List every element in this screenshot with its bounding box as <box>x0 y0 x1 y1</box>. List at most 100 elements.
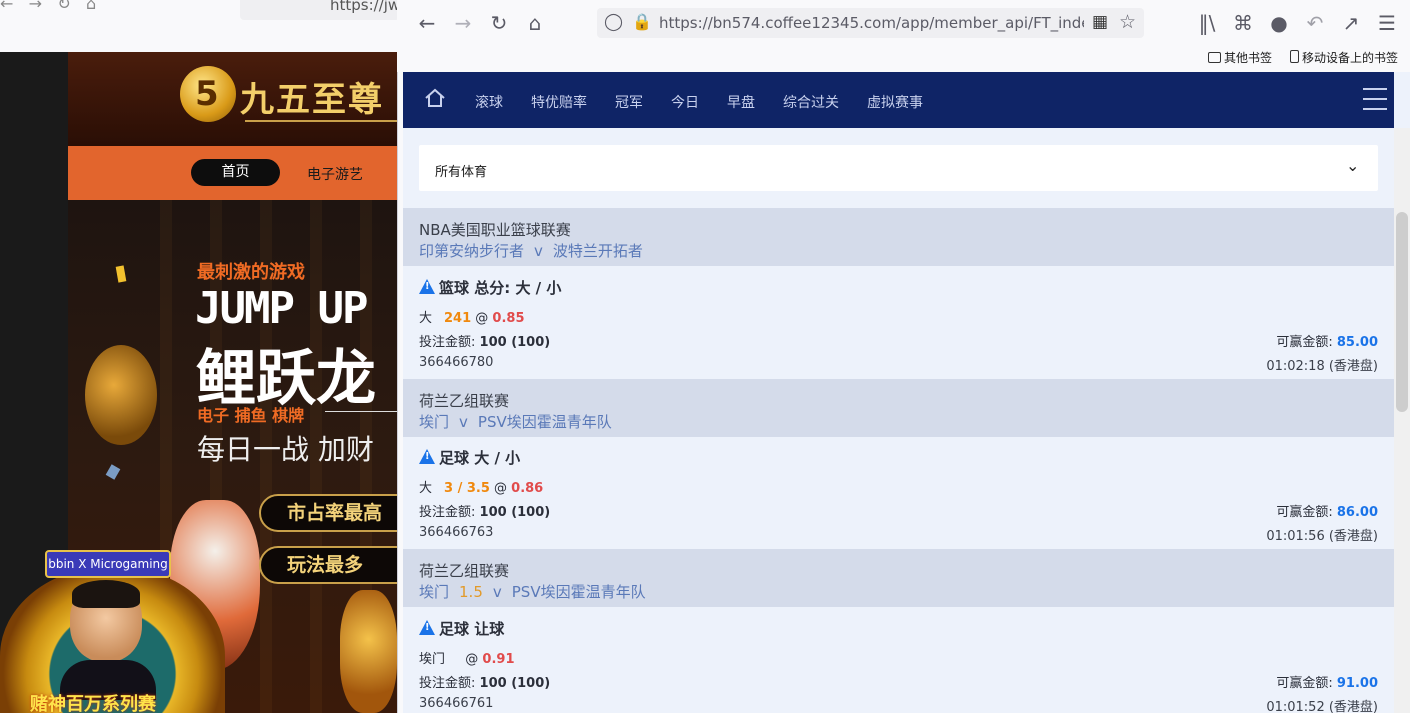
badge-title: 赌神百万系列赛 <box>30 694 156 713</box>
url-text[interactable]: https://bn574.coffee12345.com/app/member… <box>659 14 1084 32</box>
selection-label: 埃门 <box>419 652 446 667</box>
away-team: 波特兰开拓者 <box>552 242 643 260</box>
nav-parlay[interactable]: 综合过关 <box>783 92 839 112</box>
versus-label: v <box>459 413 468 431</box>
versus-label: v <box>534 242 543 260</box>
banner-pill-most-games[interactable]: 玩法最多 <box>259 546 397 584</box>
warning-icon <box>419 620 435 635</box>
league-name: 荷兰乙组联赛 <box>419 562 510 580</box>
background-browser-window: ← → ↻ ⌂ https://jw4 5 九五至尊 首页 电子游艺 最刺激的游… <box>0 0 397 713</box>
extensions-icon[interactable]: ↗ <box>1337 11 1365 35</box>
away-team: PSV埃因霍温青年队 <box>511 583 646 601</box>
match-teams: 埃门 v PSV埃因霍温青年队 <box>419 411 612 432</box>
bet-time: 01:01:52 (香港盘) <box>1266 700 1378 715</box>
stake-label: 投注金额: <box>419 676 476 691</box>
undo-icon[interactable]: ↶ <box>1301 11 1329 35</box>
win-value: 86.00 <box>1336 505 1378 520</box>
bet-selection: 大 241 @ 0.85 <box>419 311 525 326</box>
selection-odds: 0.86 <box>511 481 544 496</box>
qr-code-icon[interactable]: ▦ <box>1092 12 1108 32</box>
nav-in-play[interactable]: 滚球 <box>475 92 503 112</box>
selection-point: 241 <box>444 311 472 326</box>
sport-filter-dropdown[interactable] <box>419 145 1378 191</box>
nav-virtual[interactable]: 虚拟赛事 <box>867 92 923 112</box>
versus-label: v <box>492 583 502 601</box>
library-icon[interactable]: ‖\ <box>1193 11 1221 35</box>
bet-title: 足球 大 / 小 <box>419 447 520 468</box>
bet-type: 篮球 总分: 大 / 小 <box>439 279 562 297</box>
casino-nav-home[interactable]: 首页 <box>191 159 280 186</box>
left-url-text: https://jw4 <box>330 0 397 14</box>
stake-value: 100 (100) <box>479 335 551 350</box>
home-team: 埃门 <box>419 413 450 431</box>
nav-home-icon[interactable] <box>424 87 446 109</box>
casino-site-name: 九五至尊 <box>240 80 384 120</box>
bookmark-mobile[interactable]: 移动设备上的书签 <box>1290 49 1398 66</box>
win-label: 可赢金额: <box>1276 505 1333 520</box>
selection-label: 大 <box>419 311 433 326</box>
away-team: PSV埃因霍温青年队 <box>477 413 612 431</box>
banner-divider <box>325 411 397 412</box>
ticket-id: 366466763 <box>419 525 494 540</box>
home-team: 埃门 <box>419 583 450 601</box>
bet-selection: 埃门 @ 0.91 <box>419 652 515 667</box>
sport-filter-value: 所有体育 <box>435 165 488 180</box>
home-team: 印第安纳步行者 <box>419 242 525 260</box>
bookmark-star-icon[interactable]: ☆ <box>1119 11 1136 33</box>
scrollbar-thumb[interactable] <box>1396 212 1408 412</box>
win-label: 可赢金额: <box>1276 335 1333 350</box>
bet-title: 足球 让球 <box>419 618 504 639</box>
selection-point: 3 / 3.5 <box>444 481 490 496</box>
left-nav-icons[interactable]: ← → ↻ ⌂ <box>0 0 96 13</box>
header-ornament <box>245 120 397 130</box>
win-row: 可赢金额: 86.00 <box>1276 501 1378 520</box>
bet-card <box>403 437 1394 549</box>
chat-icon[interactable]: ● <box>1265 11 1293 35</box>
selection-label: 大 <box>419 481 433 496</box>
banner-categories: 电子 捕鱼 棋牌 <box>197 406 305 425</box>
lock-icon[interactable]: 🔒 <box>632 12 652 31</box>
casino-nav-games[interactable]: 电子游艺 <box>307 164 363 184</box>
banner-pill-market-share[interactable]: 市占率最高 <box>259 494 397 532</box>
shield-icon[interactable]: ◯ <box>604 12 623 32</box>
stake-value: 100 (100) <box>479 676 551 691</box>
win-row: 可赢金额: 85.00 <box>1276 331 1378 350</box>
match-teams: 印第安纳步行者 v 波特兰开拓者 <box>419 240 643 261</box>
nav-champion[interactable]: 冠军 <box>615 92 643 112</box>
bet-time: 01:01:56 (香港盘) <box>1266 529 1378 544</box>
nav-special-odds[interactable]: 特优赔率 <box>531 92 587 112</box>
bookmark-other[interactable]: 其他书签 <box>1208 49 1272 66</box>
back-icon[interactable]: ← <box>413 11 441 35</box>
badge-character-hair <box>72 580 140 608</box>
hamburger-menu-icon[interactable] <box>1363 88 1387 110</box>
crop-icon[interactable]: ⌘ <box>1229 11 1257 35</box>
stake-row: 投注金额: 100 (100) <box>419 672 550 691</box>
win-label: 可赢金额: <box>1276 676 1333 691</box>
stake-row: 投注金额: 100 (100) <box>419 331 550 350</box>
chevron-down-icon[interactable]: ⌄ <box>1346 156 1359 175</box>
match-teams: 埃门 1.5 v PSV埃因霍温青年队 <box>419 581 646 602</box>
bookmark-mobile-label: 移动设备上的书签 <box>1302 51 1399 65</box>
badge-sponsor-logo: bbin X Microgaming <box>45 550 171 578</box>
nav-today[interactable]: 今日 <box>671 92 699 112</box>
gold-coin-stack-image <box>340 590 397 713</box>
win-value: 85.00 <box>1336 335 1378 350</box>
home-icon[interactable]: ⌂ <box>521 11 549 35</box>
app-menu-icon[interactable]: ☰ <box>1373 11 1401 35</box>
folder-icon <box>1208 52 1221 63</box>
forward-icon[interactable]: → <box>449 11 477 35</box>
win-value: 91.00 <box>1336 676 1378 691</box>
nav-early[interactable]: 早盘 <box>727 92 755 112</box>
stake-value: 100 (100) <box>479 505 551 520</box>
bet-title: 篮球 总分: 大 / 小 <box>419 277 561 298</box>
banner-tagline: 最刺激的游戏 <box>197 262 305 283</box>
ticket-id: 366466761 <box>419 696 494 711</box>
stake-label: 投注金额: <box>419 335 476 350</box>
bet-type: 足球 大 / 小 <box>439 449 521 467</box>
casino-logo-digit: 5 <box>195 74 219 114</box>
league-name: NBA美国职业篮球联赛 <box>419 221 571 239</box>
ticket-id: 366466780 <box>419 355 494 370</box>
selection-odds: 0.85 <box>492 311 525 326</box>
gold-coin-image <box>85 345 157 445</box>
reload-icon[interactable]: ↻ <box>485 11 513 35</box>
